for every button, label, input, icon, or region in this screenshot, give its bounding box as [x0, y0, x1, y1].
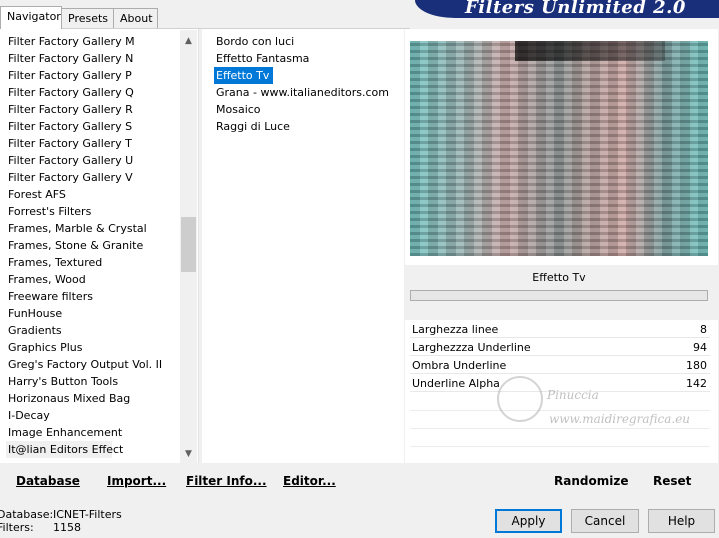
help-button[interactable]: Help [648, 509, 715, 533]
category-item[interactable]: Horizonaus Mixed Bag [8, 390, 130, 407]
category-item[interactable]: Forrest's Filters [8, 203, 91, 220]
filter-info-button[interactable]: Filter Info... [186, 474, 267, 488]
parameter-value: 8 [700, 323, 707, 336]
filter-item[interactable]: Mosaico [214, 101, 265, 118]
parameter-name: Ombra Underline [412, 359, 507, 372]
category-scrollbar[interactable]: ▲ ▼ [180, 30, 197, 463]
parameter-row[interactable]: Larghezza linee 8 [410, 321, 710, 338]
category-item[interactable]: Filter Factory Gallery M [8, 33, 135, 50]
apply-button[interactable]: Apply [495, 509, 562, 533]
watermark-name: Pinuccia [547, 388, 599, 402]
parameter-row[interactable]: Larghezzza Underline 94 [410, 339, 710, 356]
scroll-up-icon[interactable]: ▲ [180, 33, 197, 50]
filter-item[interactable]: Effetto Fantasma [214, 50, 313, 67]
category-item[interactable]: It@lian Editors Effect [6, 441, 123, 458]
import-button[interactable]: Import... [107, 474, 166, 488]
database-label: Database: [0, 508, 54, 521]
preview-dark-band [515, 41, 665, 61]
app-title: Filters Unlimited 2.0 [465, 0, 686, 18]
effect-title: Effetto Tv [532, 271, 586, 284]
filter-item[interactable]: Bordo con luci [214, 33, 298, 50]
randomize-button[interactable]: Randomize [554, 474, 628, 488]
category-item[interactable]: Filter Factory Gallery S [8, 118, 132, 135]
category-item[interactable]: FunHouse [8, 305, 62, 322]
tab-navigator[interactable]: Navigator [0, 6, 62, 29]
category-item[interactable]: Forest AFS [8, 186, 66, 203]
category-item[interactable]: Frames, Textured [8, 254, 102, 271]
category-item[interactable]: Image Enhancement [8, 424, 122, 441]
filters-label: Filters: [0, 521, 34, 534]
parameter-name: Larghezza linee [412, 323, 499, 336]
effect-progress-bar [410, 290, 708, 301]
category-item[interactable]: Filter Factory Gallery R [8, 101, 133, 118]
tab-presets[interactable]: Presets [61, 8, 114, 28]
category-item[interactable]: Filter Factory Gallery U [8, 152, 133, 169]
tab-strip: Navigator Presets About [0, 6, 410, 29]
grid-line [410, 446, 710, 447]
category-item[interactable]: I-Decay [8, 407, 50, 424]
database-button[interactable]: Database [16, 474, 80, 488]
category-item[interactable]: Filter Factory Gallery T [8, 135, 132, 152]
watermark-logo-icon [497, 376, 543, 422]
reset-button[interactable]: Reset [653, 474, 691, 488]
category-item[interactable]: Harry's Button Tools [8, 373, 118, 390]
parameter-name: Larghezzza Underline [412, 341, 531, 354]
category-item[interactable]: Graphics Plus [8, 339, 82, 356]
category-item[interactable]: Frames, Stone & Granite [8, 237, 143, 254]
category-item[interactable]: Gradients [8, 322, 62, 339]
category-item[interactable]: Filter Factory Gallery V [8, 169, 133, 186]
watermark-url: www.maidiregrafica.eu [549, 412, 691, 426]
filter-item[interactable]: Grana - www.italianeditors.com [214, 84, 393, 101]
tab-about[interactable]: About [113, 8, 158, 28]
watermark: Pinuccia www.maidiregrafica.eu [497, 372, 707, 432]
preview-image [410, 41, 708, 256]
category-item[interactable]: Filter Factory Gallery P [8, 67, 132, 84]
category-item[interactable]: Freeware filters [8, 288, 93, 305]
parameter-value: 94 [693, 341, 707, 354]
filter-item[interactable]: Effetto Tv [214, 67, 274, 84]
category-item[interactable]: Greg's Factory Output Vol. II [8, 356, 162, 373]
cancel-button[interactable]: Cancel [571, 509, 639, 533]
category-item[interactable]: Frames, Marble & Crystal [8, 220, 147, 237]
category-item[interactable]: Filter Factory Gallery Q [8, 84, 134, 101]
scroll-thumb[interactable] [181, 217, 196, 272]
filters-value: 1158 [53, 521, 81, 534]
database-value: ICNET-Filters [53, 508, 122, 521]
parameter-name: Underline Alpha [412, 377, 500, 390]
scroll-down-icon[interactable]: ▼ [180, 446, 197, 463]
filter-item[interactable]: Raggi di Luce [214, 118, 294, 135]
editor-button[interactable]: Editor... [283, 474, 336, 488]
category-item[interactable]: Filter Factory Gallery N [8, 50, 133, 67]
category-item[interactable]: Frames, Wood [8, 271, 86, 288]
